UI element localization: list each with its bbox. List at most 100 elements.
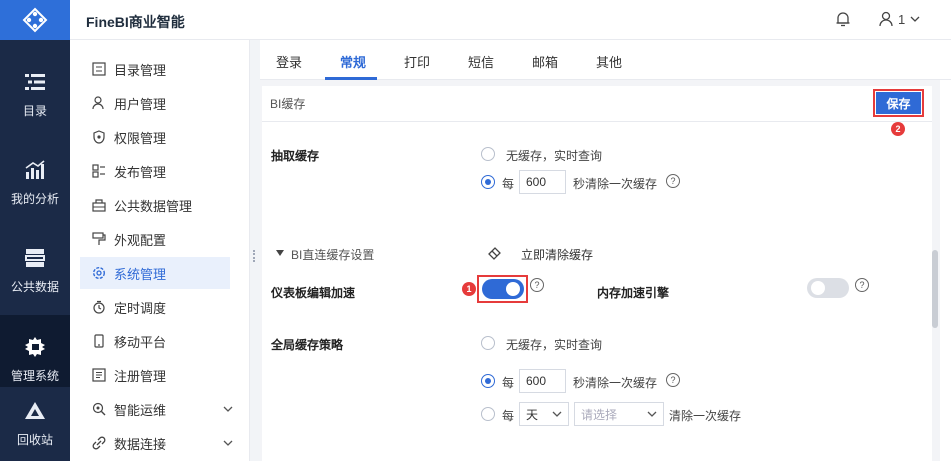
global-cache-radio-none[interactable] bbox=[481, 336, 495, 350]
global-cache-radio-every[interactable] bbox=[481, 374, 495, 388]
global-cache-period-suffix: 清除一次缓存 bbox=[669, 409, 742, 423]
sidebar-item-label: 目录管理 bbox=[114, 62, 167, 78]
chevron-down-icon[interactable] bbox=[222, 403, 234, 415]
analysis-icon bbox=[25, 156, 45, 184]
annotation-badge-1: 1 bbox=[462, 282, 476, 296]
data-icon bbox=[92, 198, 106, 212]
user-icon bbox=[92, 96, 106, 110]
top-header: FineBI商业智能 1 bbox=[70, 0, 951, 40]
dashboard-accel-label: 仪表板编辑加速 bbox=[271, 286, 356, 300]
user-icon bbox=[879, 11, 893, 27]
global-cache-radio-period[interactable] bbox=[481, 407, 495, 421]
period-unit-select[interactable]: 天 bbox=[519, 402, 569, 426]
user-menu[interactable]: 1 bbox=[878, 11, 921, 27]
save-button[interactable]: 保存 bbox=[873, 89, 924, 117]
bell-icon[interactable] bbox=[835, 11, 851, 30]
tab-general[interactable]: 常规 bbox=[340, 52, 366, 71]
direct-cache-toggle[interactable]: BI直连缓存设置 bbox=[291, 246, 374, 263]
link-icon bbox=[92, 436, 106, 450]
extract-cache-radio-every[interactable] bbox=[481, 175, 495, 189]
chevron-down-icon[interactable] bbox=[222, 437, 234, 449]
sidebar-item-permission-mgmt[interactable]: 权限管理 bbox=[80, 121, 230, 153]
clear-icon[interactable] bbox=[487, 245, 503, 261]
tab-other[interactable]: 其他 bbox=[596, 52, 622, 71]
tab-email[interactable]: 邮箱 bbox=[532, 52, 558, 71]
gear-icon bbox=[24, 333, 46, 361]
memory-engine-toggle[interactable] bbox=[807, 278, 849, 298]
extract-cache-none-text: 无缓存，实时查询 bbox=[506, 149, 603, 163]
sidebar-item-catalog-mgmt[interactable]: 目录管理 bbox=[80, 53, 230, 85]
help-icon[interactable]: ? bbox=[530, 278, 544, 292]
recycle-icon bbox=[24, 397, 46, 425]
app-title: FineBI商业智能 bbox=[86, 14, 185, 30]
sidebar-item-public-data-mgmt[interactable]: 公共数据管理 bbox=[80, 189, 230, 221]
dashboard-accel-toggle[interactable] bbox=[482, 279, 524, 299]
nav-my-analysis[interactable]: 我的分析 bbox=[0, 138, 70, 218]
global-cache-period-prefix: 每 bbox=[502, 409, 515, 423]
tab-sms[interactable]: 短信 bbox=[468, 52, 494, 71]
global-cache-seconds-input[interactable]: 600 bbox=[519, 369, 566, 393]
brush-icon bbox=[92, 232, 106, 246]
gear-icon bbox=[92, 266, 106, 280]
sidebar-item-smart-ops[interactable]: 智能运维 bbox=[80, 393, 233, 425]
nav-public-data-label: 公共数据 bbox=[10, 280, 59, 294]
help-icon[interactable]: ? bbox=[855, 278, 869, 292]
sidebar-item-schedule[interactable]: 定时调度 bbox=[80, 291, 230, 323]
user-name: 1 bbox=[898, 11, 906, 27]
sidebar-item-label: 发布管理 bbox=[114, 164, 167, 180]
sidebar-item-mobile[interactable]: 移动平台 bbox=[80, 325, 230, 357]
app-logo[interactable] bbox=[0, 0, 70, 40]
sidebar-item-register[interactable]: 注册管理 bbox=[80, 359, 230, 391]
period-unit-value: 天 bbox=[526, 407, 539, 422]
left-navbar: 目录 我的分析 公共数据 管理系统 回收站 bbox=[0, 0, 70, 461]
nav-admin-system-label: 管理系统 bbox=[10, 369, 59, 383]
mobile-icon bbox=[92, 334, 106, 348]
section-title: BI缓存 bbox=[270, 97, 306, 111]
chevron-down-icon bbox=[910, 16, 920, 22]
catalog-icon bbox=[25, 68, 45, 96]
extract-cache-seconds-input[interactable]: 600 bbox=[519, 170, 566, 194]
tab-print[interactable]: 打印 bbox=[404, 52, 430, 71]
global-cache-label: 全局缓存策略 bbox=[271, 338, 344, 352]
period-value-select[interactable]: 请选择 bbox=[574, 402, 664, 426]
nav-public-data[interactable]: 公共数据 bbox=[0, 226, 70, 306]
nav-admin-system[interactable]: 管理系统 bbox=[0, 315, 70, 387]
clear-cache-now-button[interactable]: 立即清除缓存 bbox=[521, 246, 593, 263]
global-cache-none-text: 无缓存，实时查询 bbox=[506, 338, 603, 352]
help-icon[interactable]: ? bbox=[666, 373, 680, 387]
sidebar-item-label: 注册管理 bbox=[114, 368, 167, 384]
register-icon bbox=[92, 368, 106, 382]
sidebar-item-data-connection[interactable]: 数据连接 bbox=[80, 427, 233, 459]
sidebar-item-label: 权限管理 bbox=[114, 130, 167, 146]
sidebar-item-publish-mgmt[interactable]: 发布管理 bbox=[80, 155, 230, 187]
sidebar-item-label: 移动平台 bbox=[114, 334, 167, 350]
sidebar-item-label: 外观配置 bbox=[114, 232, 167, 248]
vertical-scrollbar[interactable] bbox=[932, 250, 938, 328]
nav-catalog-label: 目录 bbox=[22, 104, 47, 118]
sidebar-item-label: 用户管理 bbox=[114, 96, 167, 112]
sidebar-item-user-mgmt[interactable]: 用户管理 bbox=[80, 87, 230, 119]
extract-cache-radio-none[interactable] bbox=[481, 147, 495, 161]
list-icon bbox=[92, 62, 106, 76]
memory-engine-label: 内存加速引擎 bbox=[597, 286, 670, 300]
panel-header bbox=[262, 86, 932, 122]
logo-icon bbox=[22, 7, 48, 33]
help-icon[interactable]: ? bbox=[666, 174, 680, 188]
splitter-grip[interactable] bbox=[253, 250, 257, 262]
ops-icon bbox=[92, 402, 106, 416]
nav-catalog[interactable]: 目录 bbox=[0, 50, 70, 130]
sidebar-item-appearance[interactable]: 外观配置 bbox=[80, 223, 230, 255]
nav-recycle-bin[interactable]: 回收站 bbox=[0, 387, 70, 461]
chevron-down-icon bbox=[552, 411, 562, 417]
publish-icon bbox=[92, 164, 106, 178]
global-cache-every-prefix: 每 bbox=[502, 376, 515, 390]
settings-tabs: 登录 常规 打印 短信 邮箱 其他 bbox=[260, 40, 951, 80]
extract-cache-every-suffix: 秒清除一次缓存 bbox=[573, 177, 658, 191]
sidebar-item-label: 智能运维 bbox=[114, 402, 167, 418]
admin-sidebar: 目录管理 用户管理 权限管理 发布管理 公共数据管理 外观配置 系统管理 定时调… bbox=[70, 40, 250, 461]
extract-cache-every-prefix: 每 bbox=[502, 177, 515, 191]
caret-down-icon[interactable] bbox=[276, 249, 284, 257]
global-cache-every-suffix: 秒清除一次缓存 bbox=[573, 376, 658, 390]
sidebar-item-system-mgmt[interactable]: 系统管理 bbox=[80, 257, 230, 289]
tab-login[interactable]: 登录 bbox=[276, 52, 302, 71]
